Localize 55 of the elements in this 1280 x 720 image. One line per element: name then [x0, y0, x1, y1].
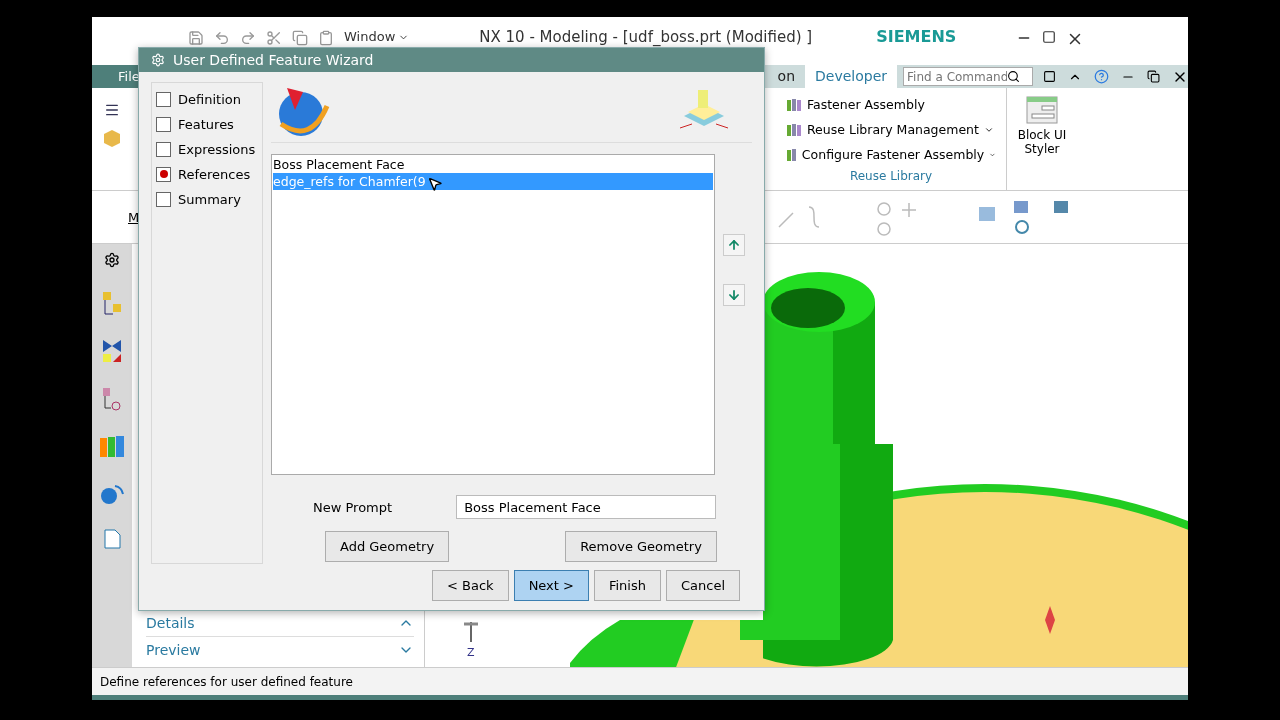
ribbon-command[interactable]: Configure Fastener Assembly — [786, 144, 996, 165]
redo-icon[interactable] — [240, 30, 256, 46]
wizard-button[interactable]: < Back — [432, 570, 509, 601]
search-icon — [1007, 70, 1021, 83]
tree-icon[interactable] — [101, 290, 123, 316]
part-tree-icon[interactable] — [101, 386, 123, 412]
reference-item[interactable]: Boss Placement Face — [273, 156, 713, 173]
brand-logo: SIEMENS — [876, 30, 957, 44]
navigator-section[interactable]: Preview — [146, 636, 414, 663]
ribbon-tab[interactable]: Developer — [805, 65, 898, 88]
undo-icon[interactable] — [214, 30, 230, 46]
search-field[interactable]: Find a Command — [903, 67, 1033, 86]
cut-icon[interactable] — [266, 30, 282, 46]
wizard-step[interactable]: Definition — [156, 90, 258, 108]
dialog-title: User Defined Feature Wizard — [139, 48, 764, 72]
geometry-button[interactable]: Add Geometry — [325, 531, 450, 562]
window-title: NX 10 - Modeling - [udf_boss.prt (Modified) ] — [479, 30, 813, 45]
library-icon — [786, 97, 802, 112]
library-icon — [786, 122, 802, 137]
prompt-field[interactable]: Boss Placement Face — [456, 495, 717, 519]
group-label: Reuse Library — [848, 169, 934, 183]
settings-icon[interactable] — [104, 252, 120, 268]
move-up-button[interactable] — [723, 234, 745, 256]
prompt-label: New Prompt — [313, 499, 393, 515]
geometry-button[interactable]: Remove Geometry — [565, 531, 717, 562]
maximize-icon[interactable] — [1042, 30, 1057, 44]
document-icon[interactable] — [101, 528, 123, 550]
block-ui-styler-button[interactable]: Block UI Styler — [1007, 88, 1077, 164]
wizard-step[interactable]: Summary — [156, 190, 258, 208]
window-icon[interactable] — [1043, 70, 1056, 83]
wizard-step[interactable]: References — [156, 165, 258, 183]
paste-icon[interactable] — [318, 30, 334, 46]
mouse-cursor-icon — [426, 175, 443, 192]
settings-icon — [151, 53, 165, 67]
library-icon — [786, 147, 797, 162]
menu-icon[interactable] — [104, 102, 120, 118]
restore-icon[interactable] — [1147, 70, 1160, 83]
books-icon[interactable] — [99, 434, 125, 458]
menu-label[interactable]: M — [128, 209, 140, 225]
copy-icon[interactable] — [292, 30, 308, 46]
constraint-icon[interactable] — [101, 338, 123, 364]
wizard-step[interactable]: Features — [156, 115, 258, 133]
save-icon[interactable] — [188, 30, 204, 46]
move-down-button[interactable] — [723, 284, 745, 306]
ribbon-command[interactable]: Fastener Assembly — [786, 94, 996, 115]
status-bar: Define references for user defined feature — [92, 667, 1188, 695]
wizard-button[interactable]: Cancel — [665, 570, 740, 601]
dialog-icon — [1026, 96, 1058, 124]
help-icon[interactable] — [1094, 69, 1109, 84]
wizard-button[interactable]: Finish — [593, 570, 661, 601]
window-menu[interactable]: Window — [344, 30, 410, 44]
ribbon-command[interactable]: Reuse Library Management — [786, 119, 996, 140]
wizard-button[interactable]: Next > — [513, 570, 589, 601]
ribbon-tab[interactable]: on — [767, 65, 806, 88]
wizard-step[interactable]: Expressions — [156, 140, 258, 158]
